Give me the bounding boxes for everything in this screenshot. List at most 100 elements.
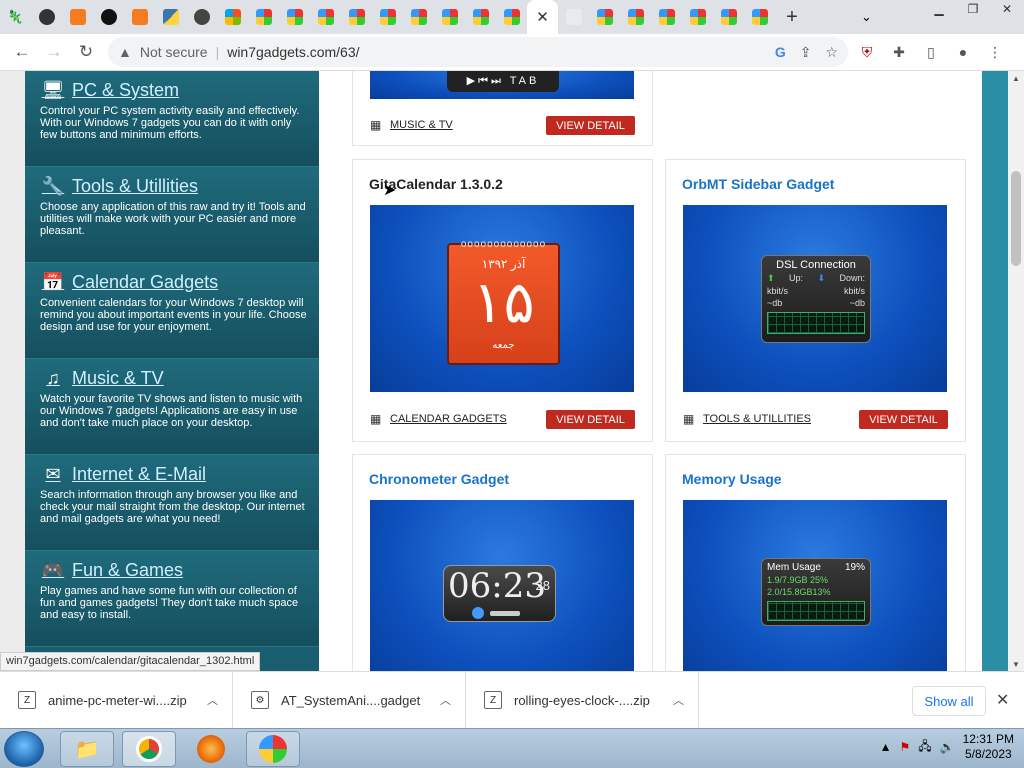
category-music-tv[interactable]: ♫ Music & TV Watch your favorite TV show… (25, 359, 319, 455)
url-text[interactable]: win7gadgets.com/63/ (227, 44, 359, 60)
back-button[interactable]: ← (6, 36, 38, 68)
category-tools-utilities[interactable]: 🔧 Tools & Utillities Choose any applicat… (25, 167, 319, 263)
download-item[interactable]: Z anime-pc-meter-wi....zip ︿ (0, 671, 233, 729)
start-button[interactable] (4, 731, 44, 767)
tab-16[interactable] (465, 0, 496, 34)
tab-3[interactable] (62, 0, 93, 34)
tab-1[interactable]: 🦎 (0, 0, 31, 34)
tab-13[interactable] (372, 0, 403, 34)
flag-icon[interactable]: ⚑ (900, 740, 911, 754)
view-detail-button[interactable]: VIEW DETAIL (859, 410, 948, 429)
menu-icon[interactable]: ⋮ (984, 41, 1006, 63)
google-icon[interactable]: G (775, 44, 786, 61)
category-title[interactable]: 📅 Calendar Gadgets (40, 271, 307, 293)
restore-button[interactable]: ❐ (956, 0, 990, 18)
gadget-title[interactable]: Chronometer Gadget (369, 471, 509, 487)
scrollbar-thumb[interactable] (1011, 171, 1021, 266)
close-icon[interactable]: ✕ (996, 690, 1009, 710)
category-link[interactable]: Tools & Utillities (72, 176, 198, 197)
tab-19[interactable] (558, 0, 589, 34)
chevron-up-icon[interactable]: ︿ (440, 692, 451, 708)
gadget-thumbnail[interactable]: ooooooooooooo آذر ۱۳۹۲ ۱۵ جمعه (370, 205, 634, 392)
tab-4[interactable] (93, 0, 124, 34)
download-name[interactable]: rolling-eyes-clock-....zip (514, 693, 673, 708)
new-tab-button[interactable]: + (775, 0, 809, 34)
puzzle-icon[interactable]: ✚ (888, 41, 910, 63)
category-pc-system[interactable]: 🖥 PC & System Control your PC system act… (25, 71, 319, 167)
firefox-taskbar-button[interactable] (184, 731, 238, 767)
download-item[interactable]: ⚙ AT_SystemAni....gadget ︿ (233, 671, 466, 729)
category-link[interactable]: PC & System (72, 80, 179, 101)
category-link[interactable]: Fun & Games (72, 560, 183, 581)
tab-14[interactable] (403, 0, 434, 34)
tab-12[interactable] (341, 0, 372, 34)
gadget-thumbnail[interactable]: ▶⏮⏭ TAB (370, 71, 634, 99)
gadget-thumbnail[interactable]: DSL Connection ⬆ Up: ⬇ Down: kbit/s kbit/s … (683, 205, 947, 392)
explorer-taskbar-button[interactable]: 📁 (60, 731, 114, 767)
download-item[interactable]: Z rolling-eyes-clock-....zip ︿ (466, 671, 699, 729)
category-link[interactable]: Calendar Gadgets (72, 272, 218, 293)
chrome-taskbar-button[interactable] (122, 731, 176, 767)
category-title[interactable]: 🔧 Tools & Utillities (40, 175, 307, 197)
sidepanel-icon[interactable]: ▯ (920, 41, 942, 63)
category-title[interactable]: ✉ Internet & E-Mail (40, 463, 307, 485)
tab-11[interactable] (310, 0, 341, 34)
view-detail-button[interactable]: VIEW DETAIL (546, 116, 635, 135)
category-calendar-gadgets[interactable]: 📅 Calendar Gadgets Convenient calendars … (25, 263, 319, 359)
tab-8[interactable] (217, 0, 248, 34)
close-icon[interactable]: ✕ (536, 8, 549, 26)
gadget-taskbar-button[interactable] (246, 731, 300, 767)
scroll-down-icon[interactable]: ▼ (1008, 657, 1024, 671)
tab-17[interactable] (496, 0, 527, 34)
tab-5[interactable] (124, 0, 155, 34)
tab-22[interactable] (651, 0, 682, 34)
tab-search-button[interactable]: ⌄ (851, 0, 882, 34)
show-all-button[interactable]: Show all (912, 686, 986, 716)
category-title[interactable]: 🎮 Fun & Games (40, 559, 307, 581)
shield-icon[interactable]: ⛨ (856, 41, 878, 63)
minimize-button[interactable]: ▁ (922, 0, 956, 18)
volume-icon[interactable]: 🔊 (940, 740, 955, 754)
page-scrollbar[interactable]: ▲ ▼ (1008, 71, 1024, 671)
gadget-thumbnail[interactable]: 06:23 28 (370, 500, 634, 671)
avatar[interactable]: ● (952, 41, 974, 63)
download-name[interactable]: AT_SystemAni....gadget (281, 693, 440, 708)
tab-23[interactable] (682, 0, 713, 34)
tab-10[interactable] (279, 0, 310, 34)
reload-button[interactable]: ↻ (70, 36, 102, 68)
tray-expand-icon[interactable]: ▲ (880, 740, 892, 754)
category-link[interactable]: MUSIC & TV (390, 119, 453, 131)
view-detail-button[interactable]: VIEW DETAIL (546, 410, 635, 429)
star-icon[interactable]: ☆ (825, 44, 838, 61)
category-link[interactable]: Music & TV (72, 368, 164, 389)
category-link[interactable]: CALENDAR GADGETS (390, 413, 507, 425)
tab-6[interactable] (155, 0, 186, 34)
scroll-up-icon[interactable]: ▲ (1008, 71, 1024, 85)
tab-20[interactable] (589, 0, 620, 34)
network-icon[interactable]: 🖧 (918, 737, 931, 758)
tab-9[interactable] (248, 0, 279, 34)
category-link[interactable]: TOOLS & UTILLITIES (703, 413, 811, 425)
share-icon[interactable]: ⇪ (800, 44, 812, 61)
chevron-up-icon[interactable]: ︿ (673, 692, 684, 708)
forward-button[interactable]: → (38, 36, 70, 68)
tab-active-close[interactable]: ✕ (527, 0, 558, 34)
download-name[interactable]: anime-pc-meter-wi....zip (48, 693, 207, 708)
category-fun-games[interactable]: 🎮 Fun & Games Play games and have some f… (25, 551, 319, 647)
tab-24[interactable] (713, 0, 744, 34)
tab-25[interactable] (744, 0, 775, 34)
category-internet-email[interactable]: ✉ Internet & E-Mail Search information t… (25, 455, 319, 551)
gadget-title[interactable]: OrbMT Sidebar Gadget (682, 176, 834, 192)
category-title[interactable]: ♫ Music & TV (40, 367, 307, 389)
gadget-title[interactable]: Memory Usage (682, 471, 782, 487)
taskbar-clock[interactable]: 12:31 PM 5/8/2023 (963, 732, 1014, 762)
tab-7[interactable] (186, 0, 217, 34)
chevron-up-icon[interactable]: ︿ (207, 692, 218, 708)
category-title[interactable]: 🖥 PC & System (40, 79, 307, 101)
address-bar[interactable]: ▲ Not secure | win7gadgets.com/63/ G ⇪ ☆ (108, 37, 848, 67)
tab-15[interactable] (434, 0, 465, 34)
close-window-button[interactable]: ✕ (990, 0, 1024, 18)
tab-2[interactable] (31, 0, 62, 34)
tab-21[interactable] (620, 0, 651, 34)
category-link[interactable]: Internet & E-Mail (72, 464, 206, 485)
